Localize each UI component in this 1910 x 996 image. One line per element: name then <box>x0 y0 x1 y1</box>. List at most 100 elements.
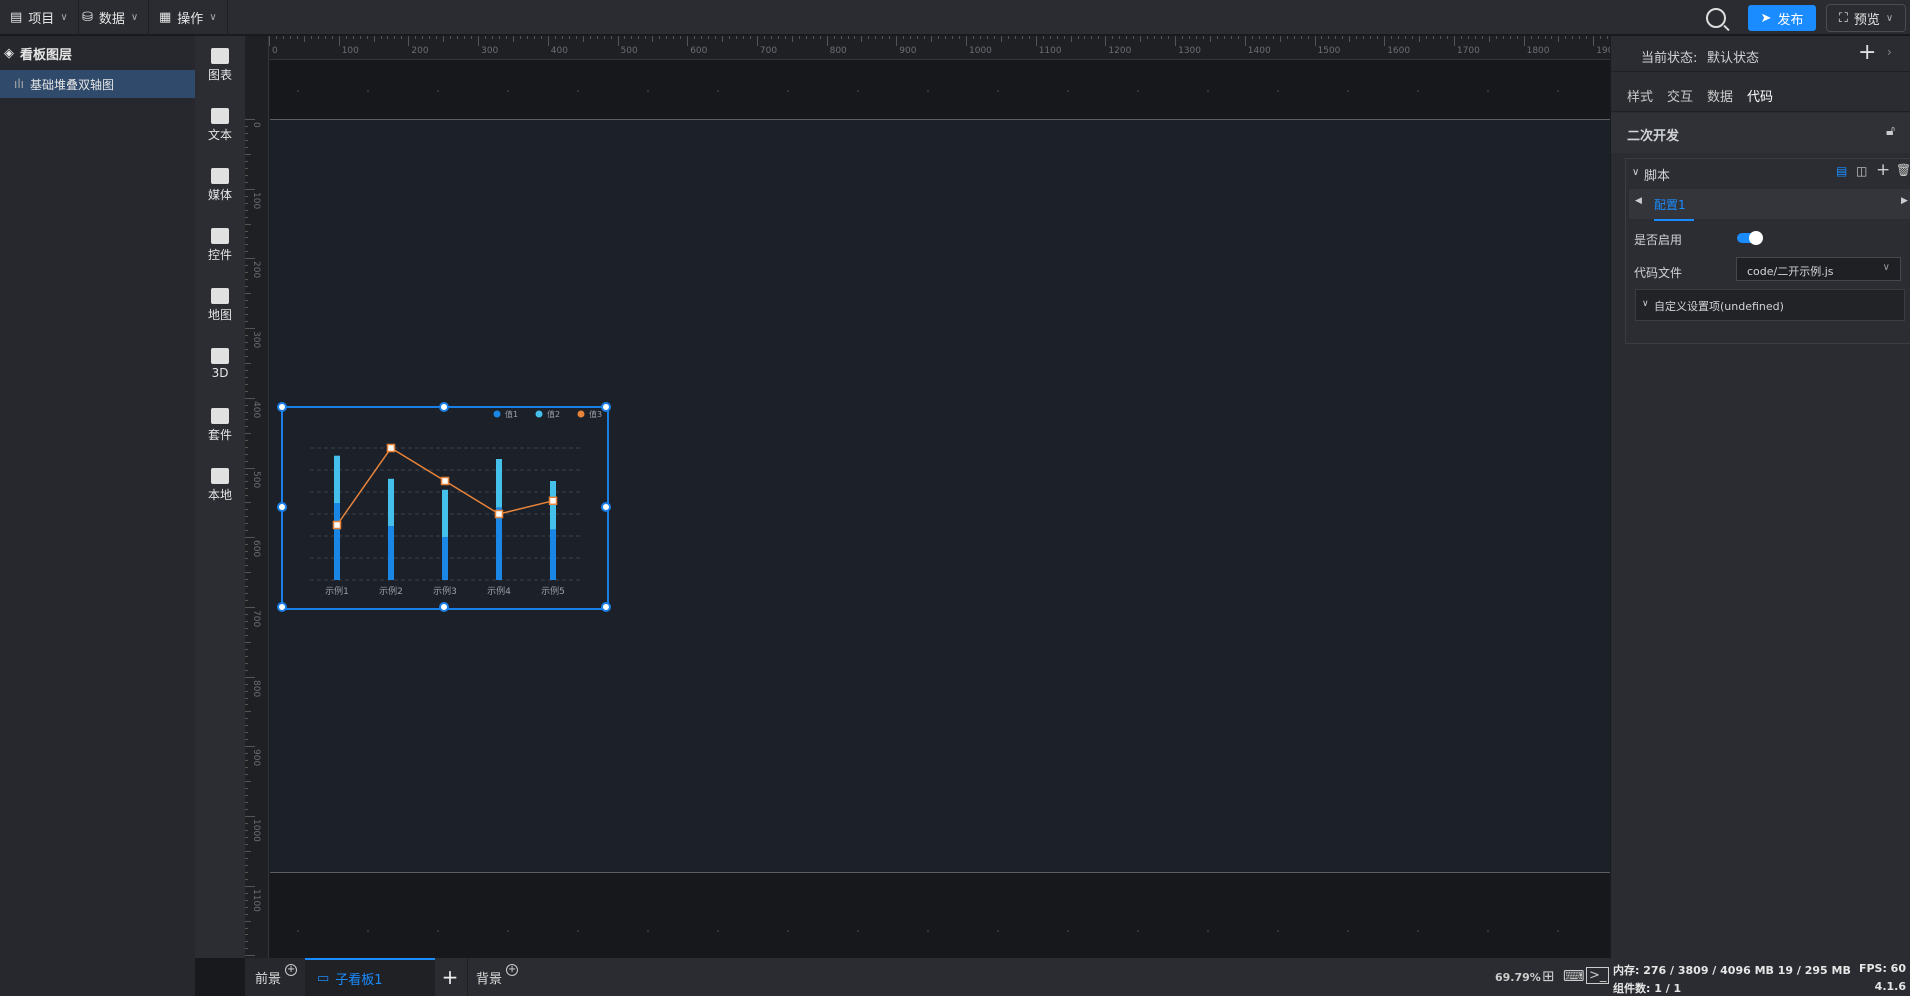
custom-settings-collapse[interactable]: ∨ 自定义设置项(undefined) <box>1635 289 1905 321</box>
component-4[interactable]: 地图 <box>195 288 245 323</box>
resize-handle[interactable] <box>439 602 449 612</box>
config-tab[interactable]: 配置1 <box>1654 196 1694 221</box>
chevron-down-icon[interactable]: ∨ <box>1632 167 1639 178</box>
keyboard-icon[interactable]: ⌨ <box>1563 967 1585 985</box>
property-panel: 当前状态: 默认状态 + › 样式 交互 数据 代码 二次开发 🔓︎ ∨ 脚本 ▤ ◫… <box>1610 36 1910 958</box>
ruler-tick <box>875 36 877 39</box>
tab-foreground[interactable]: 前景 + <box>245 958 305 996</box>
code-file-select[interactable]: code/二开示例.js ∨ <box>1736 257 1901 281</box>
tab-sub-board[interactable]: ▭ 子看板1 <box>305 958 435 996</box>
ruler-tick <box>1112 36 1114 39</box>
state-select[interactable]: 默认状态 <box>1707 47 1759 66</box>
ruler-tick <box>269 36 270 46</box>
ruler-tick <box>568 36 570 39</box>
ruler-tick <box>749 36 751 39</box>
search-icon[interactable] <box>1706 8 1726 28</box>
ruler-tick <box>245 432 251 434</box>
component-1[interactable]: 文本 <box>195 108 245 143</box>
ruler-horizontal: 0 100 200 300 400 500 600 700 800 900 1000 1100 1200… <box>245 36 1619 60</box>
ruler-tick <box>245 307 248 309</box>
fit-screen-icon[interactable]: ⊞ <box>1542 967 1555 985</box>
add-circle-icon[interactable]: + <box>285 964 298 976</box>
ruler-tick <box>1405 36 1407 39</box>
resize-handle[interactable] <box>277 602 287 612</box>
ruler-tick <box>499 36 500 39</box>
ruler-tick <box>245 160 248 162</box>
ruler-tick <box>245 565 248 567</box>
board-icon: ▭ <box>317 970 330 986</box>
component-5[interactable]: 3D <box>195 348 245 380</box>
preview-button[interactable]: ⛶ 预览 ∨ <box>1826 4 1906 32</box>
caret-left-icon[interactable]: ◀ <box>1635 196 1642 206</box>
ruler-tick <box>245 244 248 246</box>
ruler-tick <box>296 36 298 39</box>
add-state-icon[interactable]: + <box>1858 40 1876 65</box>
resize-handle[interactable] <box>601 602 611 612</box>
ruler-tick <box>575 36 577 39</box>
ruler-tick <box>245 892 248 894</box>
resize-handle[interactable] <box>439 402 449 412</box>
ruler-tick <box>245 683 248 685</box>
resize-handle[interactable] <box>601 402 611 412</box>
ruler-tick <box>1175 36 1177 46</box>
zoom-level[interactable]: 69.79% <box>1495 971 1541 984</box>
layer-item[interactable]: ılı 基础堆叠双轴图 <box>0 70 195 98</box>
add-board-button[interactable]: + <box>435 958 465 996</box>
ruler-tick <box>245 516 248 518</box>
ruler-tick <box>1391 36 1393 39</box>
ruler-tick <box>1600 36 1602 39</box>
resize-handle[interactable] <box>601 502 611 512</box>
component-2[interactable]: 媒体 <box>195 168 245 203</box>
menu-operate[interactable]: ▦ 操作 ∨ <box>149 0 228 35</box>
ruler-tick <box>245 913 248 915</box>
ruler-tick <box>492 36 494 39</box>
publish-button[interactable]: ➤ 发布 <box>1748 5 1816 31</box>
add-circle-icon[interactable]: + <box>506 964 519 976</box>
ruler-tick <box>1272 36 1274 39</box>
tab-2[interactable]: 数据 <box>1707 86 1733 105</box>
caret-right-icon[interactable]: ▶ <box>1901 196 1908 206</box>
layout-icon[interactable]: ▤ <box>1836 164 1847 178</box>
add-icon[interactable]: + <box>1876 160 1890 180</box>
component-6[interactable]: 套件 <box>195 408 245 443</box>
trash-icon[interactable]: 🗑︎ <box>1896 163 1910 177</box>
ruler-tick <box>1572 36 1574 39</box>
ruler-label: 900 <box>251 749 261 767</box>
component-7[interactable]: 本地 <box>195 468 245 503</box>
resize-handle[interactable] <box>277 502 287 512</box>
ruler-tick <box>1119 36 1121 39</box>
ruler-tick <box>1551 36 1553 39</box>
selection-box[interactable] <box>277 402 611 612</box>
menu-data[interactable]: ⛁ 数据 ∨ <box>72 0 150 35</box>
ruler-tick <box>931 36 933 42</box>
ruler-tick <box>1460 36 1462 39</box>
tab-background[interactable]: 背景 + <box>467 958 527 996</box>
ruler-tick <box>245 153 251 155</box>
chevron-right-icon[interactable]: › <box>1887 45 1892 59</box>
menu-project[interactable]: ▤ 项目 ∨ <box>0 0 79 35</box>
ruler-label: 500 <box>251 470 261 488</box>
ruler-tick <box>1293 36 1295 39</box>
terminal-icon[interactable]: >_ <box>1586 967 1610 984</box>
component-3[interactable]: 控件 <box>195 228 245 263</box>
tab-0[interactable]: 样式 <box>1627 86 1653 105</box>
ruler-tick <box>245 537 255 539</box>
ruler-label: 200 <box>411 46 429 56</box>
ruler-tick <box>275 36 277 39</box>
ruler-tick <box>245 132 248 134</box>
ruler-tick <box>1161 36 1163 39</box>
ruler-tick <box>245 725 248 727</box>
enable-toggle[interactable] <box>1737 231 1763 245</box>
ruler-tick <box>1154 36 1156 39</box>
ruler-tick <box>1000 36 1002 42</box>
tab-3[interactable]: 代码 <box>1740 86 1781 115</box>
lock-icon[interactable]: 🔓︎ <box>1886 123 1895 139</box>
ruler-tick <box>1558 36 1560 42</box>
ruler-tick <box>979 36 981 39</box>
split-icon[interactable]: ◫ <box>1856 164 1867 178</box>
ruler-tick <box>1426 36 1428 39</box>
resize-handle[interactable] <box>277 402 287 412</box>
tab-1[interactable]: 交互 <box>1667 86 1693 105</box>
component-0[interactable]: 图表 <box>195 48 245 83</box>
ruler-tick <box>245 181 248 183</box>
